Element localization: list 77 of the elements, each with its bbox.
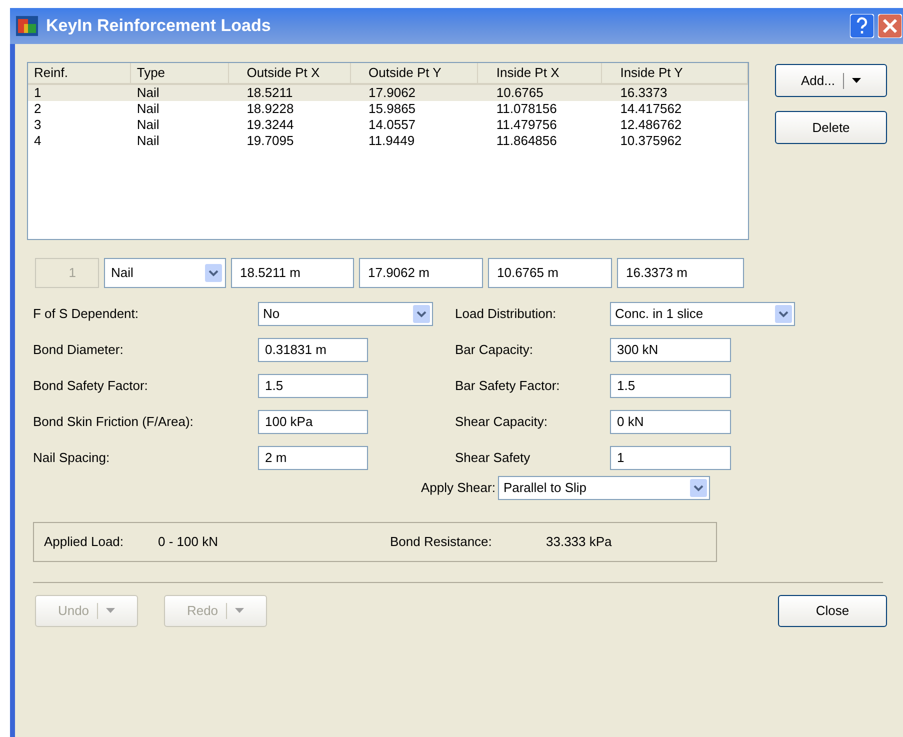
field-label: Load Distribution:	[455, 305, 558, 324]
field-label: F of S Dependent:	[33, 305, 140, 324]
table-cell-text: Nail	[136, 133, 160, 149]
summary-label: Bond Resistance:	[390, 533, 493, 552]
chevron-down-icon	[413, 305, 430, 323]
coordinate-field[interactable]: 18.5211 m	[231, 258, 354, 288]
input-field[interactable]: 1.5	[258, 374, 368, 398]
field-label: Shear Safety	[455, 449, 532, 468]
input-field[interactable]: 100 kPa	[258, 410, 368, 434]
table-cell-text: 1	[33, 85, 42, 101]
input-field[interactable]: 0.31831 m	[258, 338, 368, 362]
table-cell-text: 2	[33, 101, 42, 117]
app-logo-icon	[16, 16, 38, 36]
input-field[interactable]: 1	[610, 446, 731, 470]
field-label: Apply Shear:	[421, 479, 496, 498]
field-label: Shear Capacity:	[455, 413, 548, 432]
input-field[interactable]: 300 kN	[610, 338, 731, 362]
field-label: Bar Capacity:	[455, 341, 534, 360]
field-label: Nail Spacing:	[33, 449, 111, 468]
table-cell-text: 3	[33, 117, 42, 133]
table-cell-text: Nail	[136, 85, 160, 101]
coordinate-field[interactable]: 17.9062 m	[359, 258, 483, 288]
index-field: 1	[35, 258, 99, 288]
field-label: Bar Safety Factor:	[455, 377, 561, 396]
table-cell-text: 15.9865	[368, 101, 417, 117]
table-cell-text: 14.0557	[368, 117, 417, 133]
column-header[interactable]: Reinf.	[28, 63, 131, 83]
input-field[interactable]: 1.5	[610, 374, 731, 398]
caret-icon	[235, 608, 244, 614]
type-dropdown[interactable]: Nail	[104, 258, 226, 288]
summary-value: 33.333 kPa	[546, 533, 612, 552]
table-cell-text: Nail	[136, 117, 160, 133]
close-button[interactable]: Close	[778, 595, 887, 627]
table-cell-text: 14.417562	[619, 101, 683, 117]
field-label: Bond Safety Factor:	[33, 377, 149, 396]
column-header[interactable]: Inside Pt X	[478, 63, 602, 83]
summary-value: 0 - 100 kN	[158, 533, 218, 552]
chevron-down-icon	[775, 305, 792, 323]
input-field[interactable]: 0 kN	[610, 410, 731, 434]
table-cell-text: 10.6765	[495, 85, 544, 101]
add-button[interactable]: Add...	[775, 64, 887, 97]
caret-icon	[852, 78, 861, 84]
table-cell-text: 4	[33, 133, 42, 149]
table-cell-text: 17.9062	[368, 85, 417, 101]
chevron-down-icon	[690, 479, 708, 497]
dropdown[interactable]: Conc. in 1 slice	[610, 302, 795, 326]
table-row[interactable]: 1 Nail 18.5211 17.9062 10.6765 16.3373	[28, 85, 748, 101]
table-cell-text: 16.3373	[619, 85, 668, 101]
table-cell-text: 11.078156	[495, 101, 558, 117]
table-cell-text: 11.9449	[368, 133, 416, 149]
delete-button[interactable]: Delete	[775, 111, 887, 144]
table-cell-text: 12.486762	[619, 117, 683, 133]
column-header[interactable]: Inside Pt Y	[602, 63, 748, 83]
coordinate-field[interactable]: 16.3373 m	[617, 258, 744, 288]
field-label: Bond Diameter:	[33, 341, 124, 360]
help-icon[interactable]	[850, 14, 874, 38]
table-cell-text: 10.375962	[619, 133, 683, 149]
input-field[interactable]: 2 m	[258, 446, 368, 470]
table-cell-text: 11.479756	[495, 117, 558, 133]
dropdown[interactable]: Parallel to Slip	[498, 476, 710, 500]
chevron-down-icon	[205, 264, 222, 282]
caret-icon	[106, 608, 116, 614]
table-cell-text: 19.3244	[246, 117, 295, 133]
table-cell-text: 18.5211	[246, 85, 294, 101]
column-header[interactable]: Outside Pt Y	[350, 63, 478, 83]
table-cell-text: 19.7095	[246, 133, 295, 149]
field-label: Bond Skin Friction (F/Area):	[33, 413, 194, 432]
close-icon[interactable]	[878, 14, 902, 38]
dropdown[interactable]: No	[258, 302, 433, 326]
coordinate-field[interactable]: 10.6765 m	[488, 258, 612, 288]
table-cell-text: Nail	[136, 101, 160, 117]
column-header[interactable]: Outside Pt X	[228, 63, 351, 83]
table-cell-text: 11.864856	[495, 133, 558, 149]
table-cell-text: 18.9228	[246, 101, 295, 117]
summary-label: Applied Load:	[44, 533, 125, 552]
column-header[interactable]: Type	[130, 63, 229, 83]
window-title: KeyIn Reinforcement Loads	[46, 15, 271, 38]
